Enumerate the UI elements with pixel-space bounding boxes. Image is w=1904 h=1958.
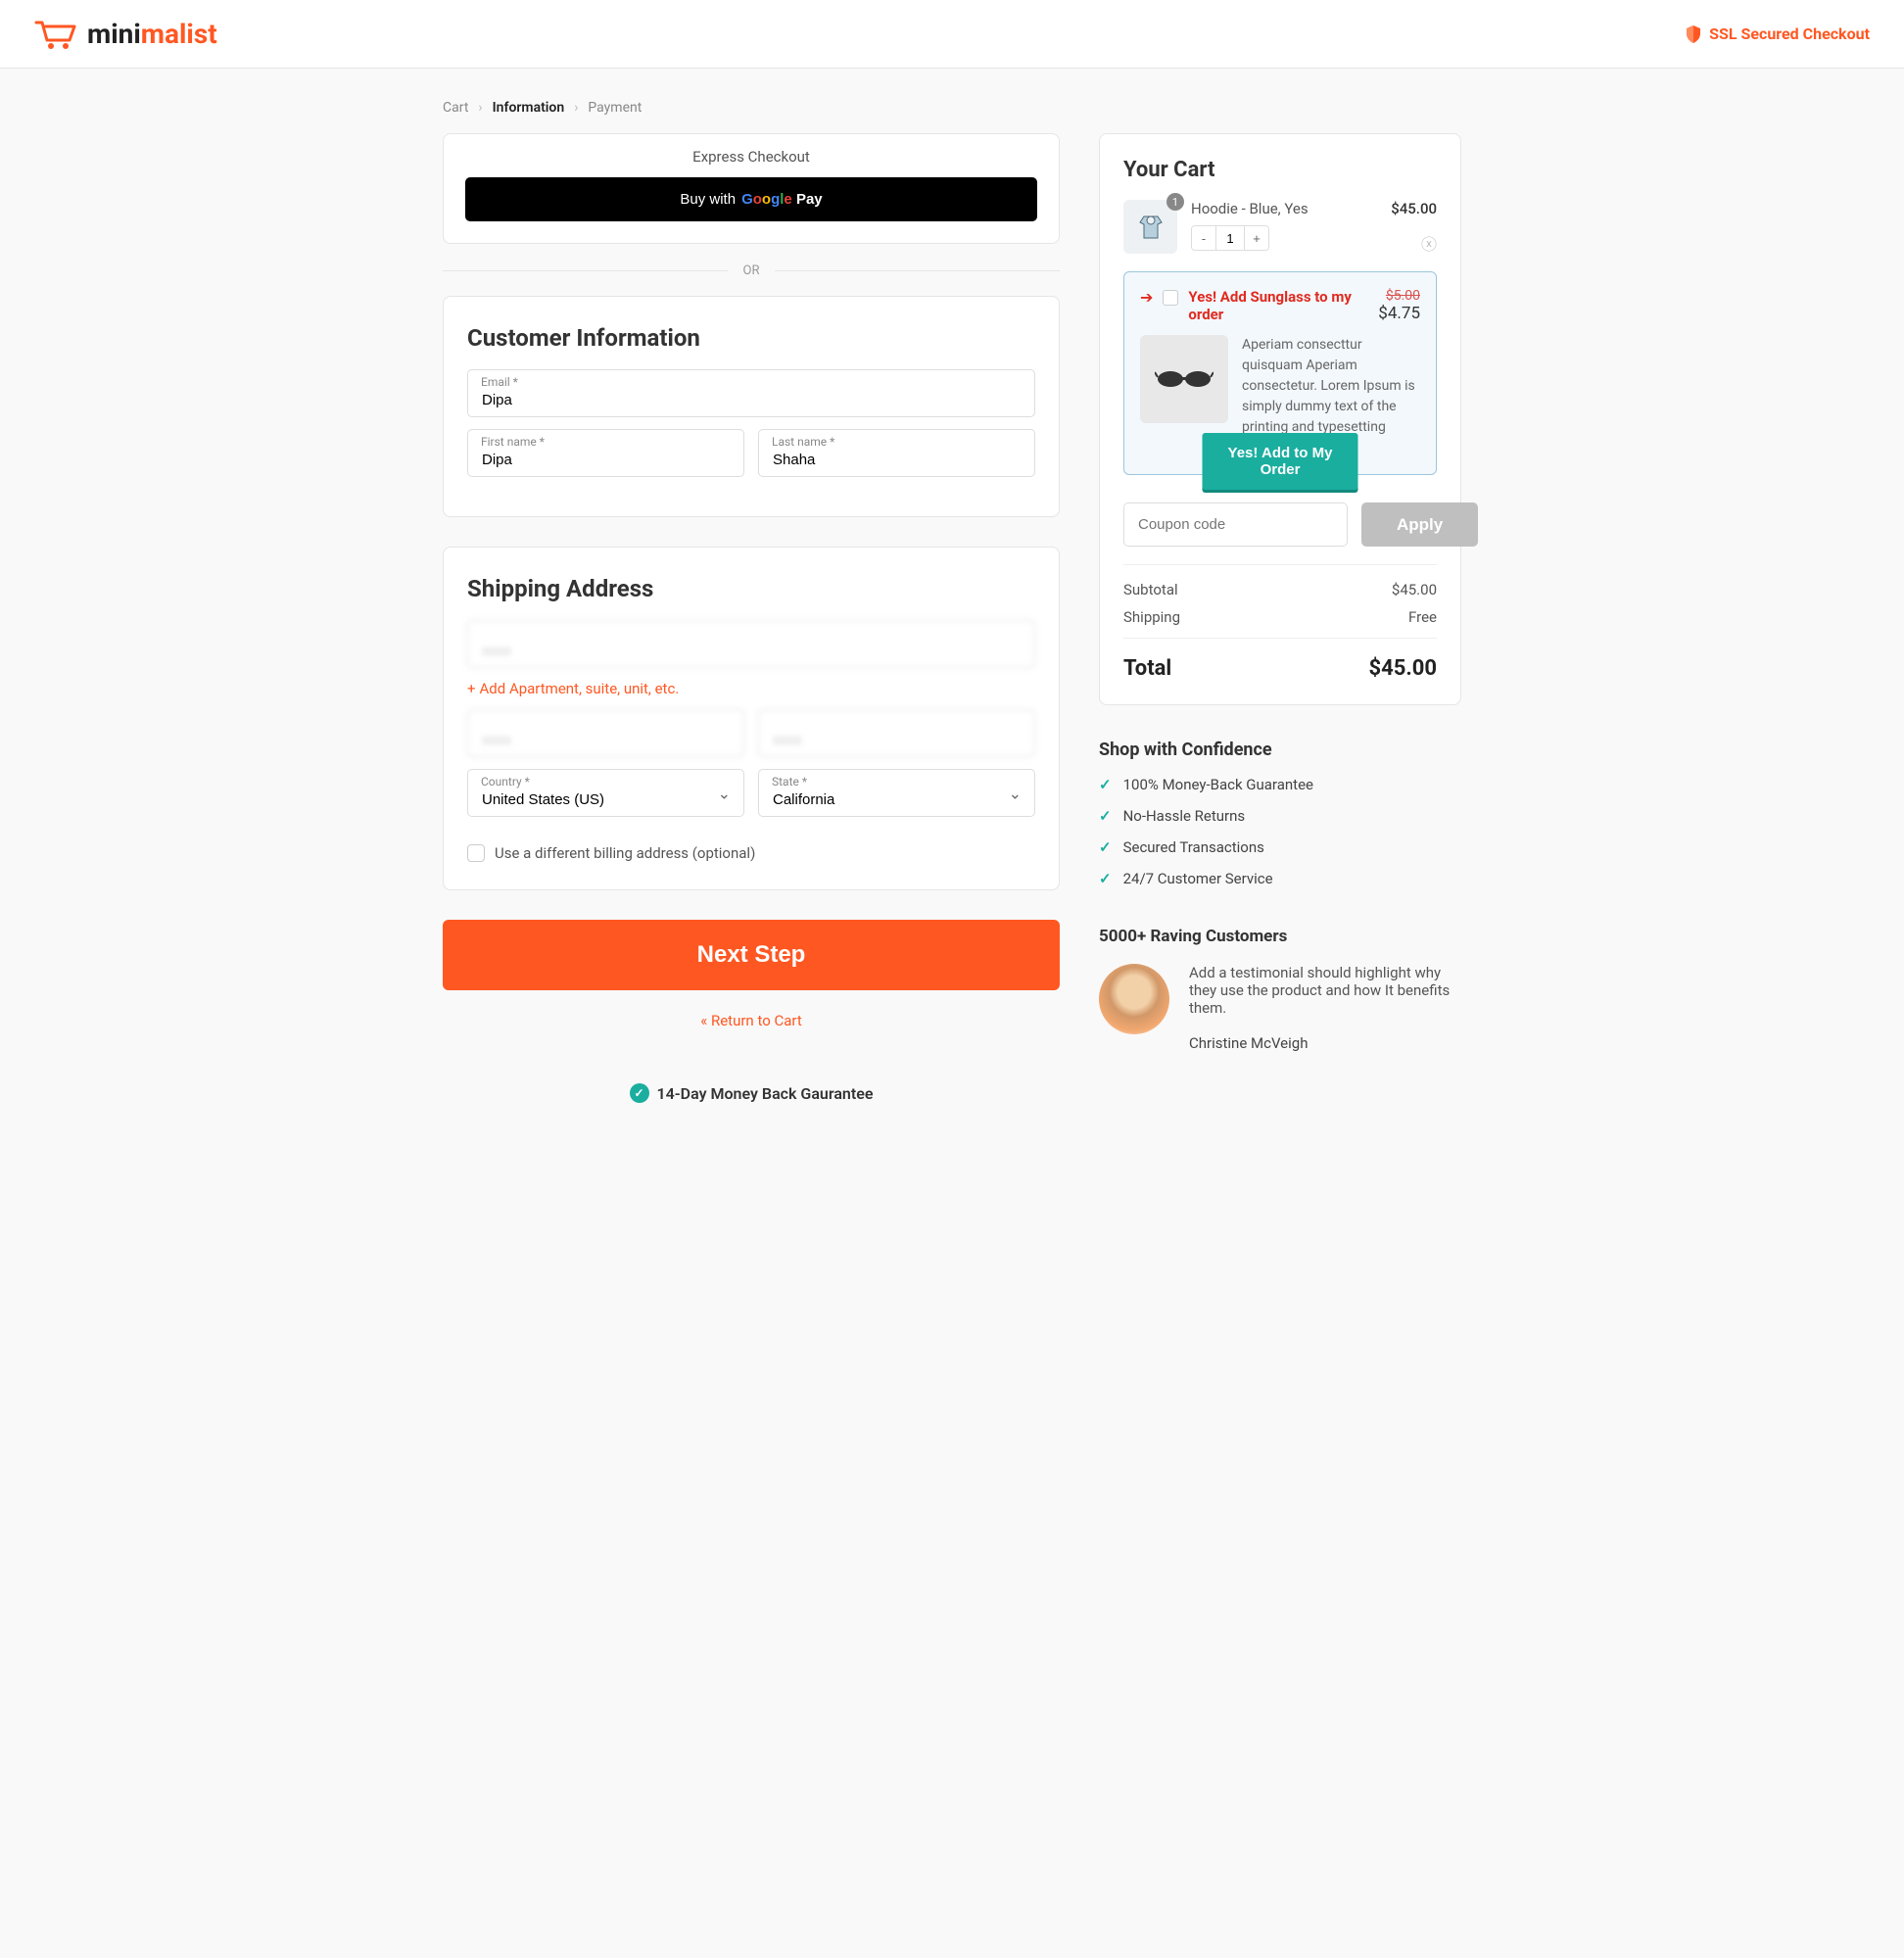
check-icon: ✓	[1099, 807, 1112, 825]
shipping-label: Shipping	[1123, 608, 1180, 626]
ssl-text: SSL Secured Checkout	[1709, 24, 1870, 43]
plus-icon: +	[467, 680, 476, 697]
return-to-cart-link[interactable]: « Return to Cart	[443, 1012, 1060, 1029]
qty-decrease-button[interactable]: -	[1192, 226, 1215, 250]
street-field[interactable]	[467, 620, 1035, 668]
cart-summary-card: Your Cart 1 Hoodie - Blue, Yes - +	[1099, 133, 1461, 705]
site-header: minimalist SSL Secured Checkout	[0, 0, 1904, 69]
express-checkout-title: Express Checkout	[465, 148, 1037, 166]
gpay-logo: Google Pay	[741, 191, 823, 208]
confidence-title: Shop with Confidence	[1099, 740, 1461, 760]
buy-with-text: Buy with	[680, 191, 736, 208]
breadcrumb-information: Information	[493, 100, 565, 116]
shield-icon	[1686, 25, 1701, 43]
subtotal-value: $45.00	[1392, 581, 1437, 598]
check-icon: ✓	[1099, 870, 1112, 887]
customer-info-card: Customer Information Email * First name …	[443, 296, 1060, 517]
guarantee-text: 14-Day Money Back Gaurantee	[657, 1084, 874, 1103]
testimonial-author: Christine McVeigh	[1189, 1034, 1461, 1052]
ssl-badge: SSL Secured Checkout	[1686, 24, 1870, 43]
hoodie-icon	[1134, 211, 1167, 244]
item-name: Hoodie - Blue, Yes	[1191, 200, 1377, 217]
upsell-checkbox[interactable]	[1163, 290, 1178, 306]
check-icon: ✓	[1099, 838, 1112, 856]
upsell-card: ➔ Yes! Add Sunglass to my order $5.00 $4…	[1123, 271, 1437, 475]
state-label: State *	[772, 775, 807, 788]
qty-input[interactable]	[1215, 226, 1245, 250]
confidence-item: ✓100% Money-Back Guarantee	[1099, 776, 1461, 793]
logo-text: minimalist	[87, 18, 217, 50]
shipping-value: Free	[1408, 608, 1437, 626]
testimonial-heading: 5000+ Raving Customers	[1099, 927, 1461, 946]
guarantee-badge: ✓ 14-Day Money Back Gaurantee	[443, 1083, 1060, 1103]
coupon-input[interactable]	[1123, 502, 1348, 547]
logo[interactable]: minimalist	[34, 18, 217, 50]
cart-title: Your Cart	[1123, 158, 1437, 182]
express-checkout-card: Express Checkout Buy with Google Pay	[443, 133, 1060, 244]
remove-item-button[interactable]: ⓧ	[1421, 231, 1437, 255]
total-value: $45.00	[1369, 656, 1438, 681]
avatar	[1099, 964, 1169, 1034]
breadcrumb-cart[interactable]: Cart	[443, 100, 468, 116]
breadcrumb: Cart › Information › Payment	[443, 88, 1461, 133]
next-step-button[interactable]: Next Step	[443, 920, 1060, 990]
country-label: Country *	[481, 775, 530, 788]
cart-icon	[34, 19, 77, 50]
confidence-item: ✓No-Hassle Returns	[1099, 807, 1461, 825]
apply-coupon-button[interactable]: Apply	[1361, 502, 1478, 547]
check-icon: ✓	[1099, 776, 1112, 793]
chevron-right-icon: ›	[574, 100, 578, 116]
testimonial-text: Add a testimonial should highlight why t…	[1189, 964, 1461, 1017]
qty-increase-button[interactable]: +	[1245, 226, 1268, 250]
upsell-new-price: $4.75	[1378, 304, 1420, 323]
check-circle-icon: ✓	[630, 1083, 649, 1103]
quantity-badge: 1	[1166, 193, 1184, 211]
testimonial-section: 5000+ Raving Customers Add a testimonial…	[1099, 927, 1461, 1052]
add-upsell-button[interactable]: Yes! Add to My Order	[1203, 433, 1358, 490]
confidence-item: ✓Secured Transactions	[1099, 838, 1461, 856]
sunglasses-icon	[1155, 367, 1214, 391]
email-field[interactable]	[467, 369, 1035, 417]
customer-info-title: Customer Information	[467, 324, 1035, 352]
upsell-thumbnail	[1140, 335, 1228, 423]
shipping-address-card: Shipping Address Street address * +Add A…	[443, 547, 1060, 890]
cart-item: 1 Hoodie - Blue, Yes - + $45.00 ⓧ	[1123, 200, 1437, 254]
chevron-right-icon: ›	[478, 100, 482, 116]
product-thumbnail: 1	[1123, 200, 1177, 254]
total-label: Total	[1123, 656, 1171, 681]
breadcrumb-payment[interactable]: Payment	[588, 100, 642, 116]
subtotal-label: Subtotal	[1123, 581, 1178, 598]
different-billing-checkbox[interactable]	[467, 844, 485, 862]
or-divider: OR	[443, 263, 1060, 278]
quantity-stepper: - +	[1191, 225, 1269, 251]
zip-field[interactable]	[758, 709, 1035, 757]
upsell-title: Yes! Add Sunglass to my order	[1188, 288, 1368, 323]
city-field[interactable]	[467, 709, 744, 757]
confidence-item: ✓24/7 Customer Service	[1099, 870, 1461, 887]
add-apartment-link[interactable]: +Add Apartment, suite, unit, etc.	[467, 680, 1035, 697]
upsell-old-price: $5.00	[1378, 288, 1420, 304]
last-name-label: Last name *	[772, 435, 834, 449]
confidence-section: Shop with Confidence ✓100% Money-Back Gu…	[1099, 740, 1461, 887]
arrow-right-icon: ➔	[1140, 288, 1153, 307]
different-billing-label: Use a different billing address (optiona…	[495, 844, 755, 862]
shipping-address-title: Shipping Address	[467, 575, 1035, 602]
email-label: Email *	[481, 375, 518, 389]
google-pay-button[interactable]: Buy with Google Pay	[465, 177, 1037, 221]
first-name-label: First name *	[481, 435, 545, 449]
